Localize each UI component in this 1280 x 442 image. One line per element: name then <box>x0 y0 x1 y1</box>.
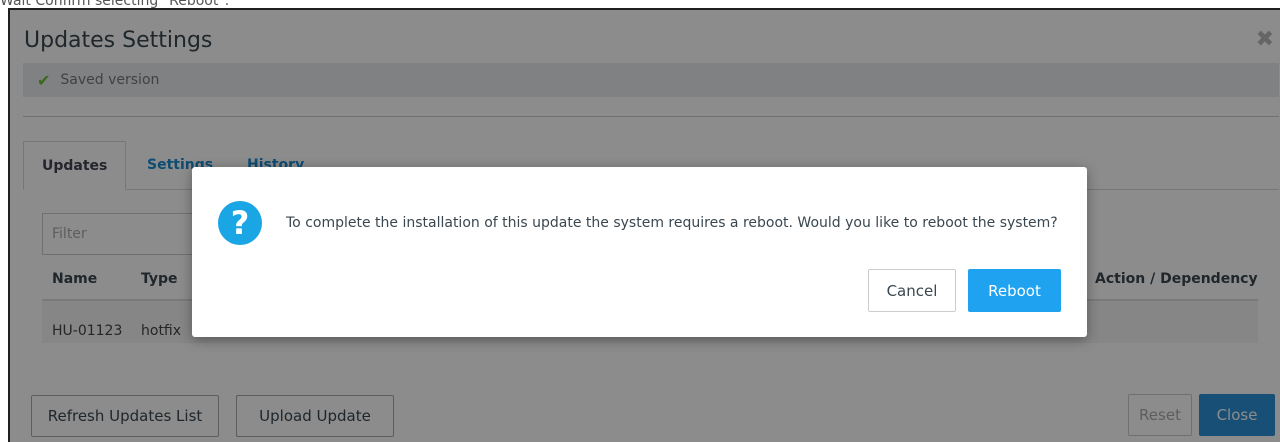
question-icon: ? <box>218 201 262 245</box>
reboot-button[interactable]: Reboot <box>968 269 1061 312</box>
reboot-confirm-dialog: ? To complete the installation of this u… <box>192 167 1087 337</box>
screenshot-caption: Wait Confirm selecting "Reboot". <box>0 0 230 9</box>
dialog-message: To complete the installation of this upd… <box>286 215 1058 231</box>
cancel-button[interactable]: Cancel <box>868 269 956 312</box>
